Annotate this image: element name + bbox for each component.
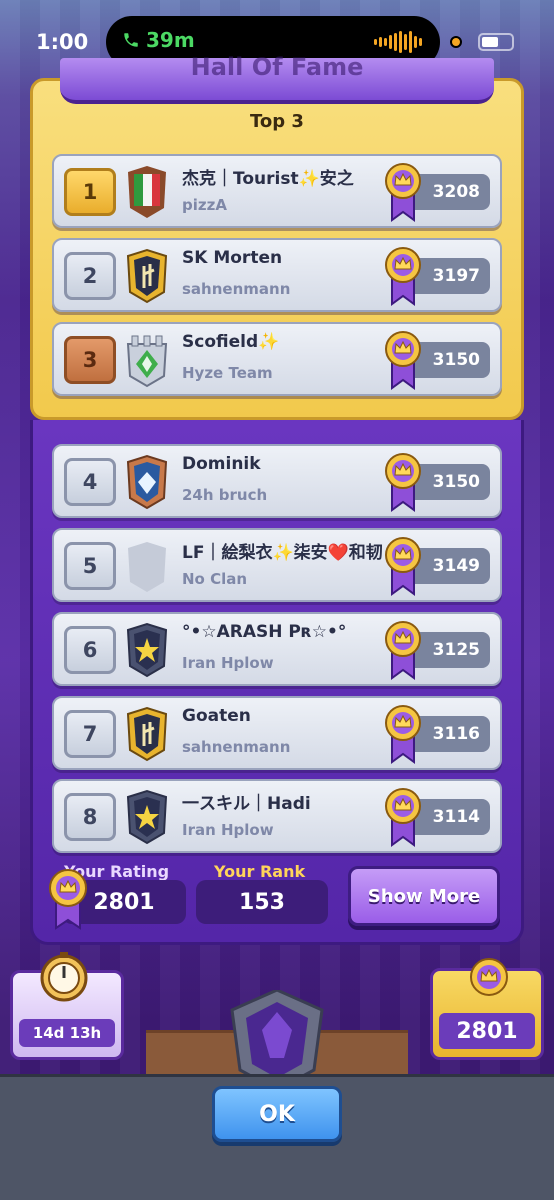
battery-icon bbox=[478, 33, 514, 51]
rank-number: 2 bbox=[64, 252, 116, 300]
clan-badge-icon bbox=[126, 706, 168, 762]
ok-button[interactable]: OK bbox=[212, 1086, 342, 1142]
page-title: Hall Of Fame bbox=[190, 53, 364, 81]
crown-medal-icon bbox=[385, 705, 421, 764]
trophy-card: 2801 bbox=[430, 958, 544, 1060]
leaderboard-row[interactable]: 8 一スキル｜Hadi Iran Hplow 3114 bbox=[52, 779, 502, 853]
rank-number: 3 bbox=[64, 336, 116, 384]
recording-dot-icon bbox=[450, 36, 462, 48]
clan-badge-icon bbox=[126, 622, 168, 678]
clan-name: Hyze Team bbox=[182, 364, 273, 382]
leaderboard-row[interactable]: 5 LF｜絵梨衣✨柒安❤️和韧 No Clan 3149 bbox=[52, 528, 502, 602]
leaderboard-row[interactable]: 1 杰克｜Tourist✨安之 pizzA 3208 bbox=[52, 154, 502, 228]
rank-number: 8 bbox=[64, 793, 116, 841]
leaderboard-row[interactable]: 3 Scofield✨ Hyze Team 3150 bbox=[52, 322, 502, 396]
clan-badge-icon bbox=[126, 335, 168, 388]
clan-name: Iran Hplow bbox=[182, 821, 274, 839]
clan-badge-icon bbox=[126, 789, 168, 845]
clan-badge-icon bbox=[128, 542, 166, 592]
clan-badge-icon bbox=[128, 166, 166, 218]
clan-name: Iran Hplow bbox=[182, 654, 274, 672]
audio-waveform-icon bbox=[374, 30, 422, 54]
leaderboard-row[interactable]: 4 Dominik 24h bruch 3150 bbox=[52, 444, 502, 518]
leaderboard-row[interactable]: 7 Goaten sahnenmann 3116 bbox=[52, 696, 502, 770]
player-name: Goaten bbox=[182, 706, 251, 726]
status-time: 1:00 bbox=[36, 30, 89, 54]
crown-medal-icon bbox=[385, 453, 421, 512]
your-rank-label: Your Rank bbox=[214, 862, 306, 881]
rank-number: 7 bbox=[64, 710, 116, 758]
crown-medal-icon bbox=[385, 537, 421, 596]
crown-medal-icon bbox=[385, 788, 421, 847]
call-indicator: 39m bbox=[122, 28, 195, 52]
trophy-count: 2801 bbox=[439, 1013, 535, 1049]
leaderboard-row[interactable]: 2 SK Morten sahnenmann 3197 bbox=[52, 238, 502, 312]
player-name: 杰克｜Tourist✨安之 bbox=[182, 169, 354, 189]
clan-name: pizzA bbox=[182, 196, 227, 214]
clan-name: 24h bruch bbox=[182, 486, 268, 504]
clan-name: sahnenmann bbox=[182, 738, 291, 756]
clan-badge-icon bbox=[126, 248, 168, 304]
clan-name: sahnenmann bbox=[182, 280, 291, 298]
show-more-button[interactable]: Show More bbox=[348, 866, 500, 926]
player-name: Scofield✨ bbox=[182, 332, 280, 352]
crown-medal-icon bbox=[49, 869, 87, 930]
player-name: LF｜絵梨衣✨柒安❤️和韧 bbox=[182, 543, 383, 563]
rank-number: 6 bbox=[64, 626, 116, 674]
title-ribbon: Hall Of Fame bbox=[60, 53, 494, 104]
phone-icon bbox=[124, 33, 138, 47]
player-name: SK Morten bbox=[182, 248, 283, 268]
stopwatch-icon bbox=[40, 952, 88, 1002]
leaderboard-row[interactable]: 6 °•☆ARASH Pʀ☆•° Iran Hplow 3125 bbox=[52, 612, 502, 686]
call-duration: 39m bbox=[146, 28, 195, 52]
rank-number: 1 bbox=[64, 168, 116, 216]
player-name: °•☆ARASH Pʀ☆•° bbox=[182, 622, 347, 642]
crown-medal-icon bbox=[385, 331, 421, 390]
crown-medal-icon bbox=[470, 958, 508, 996]
player-name: Dominik bbox=[182, 454, 261, 474]
season-timer: 14d 13h bbox=[19, 1019, 115, 1047]
player-name: 一スキル｜Hadi bbox=[182, 794, 311, 814]
rank-number: 5 bbox=[64, 542, 116, 590]
crown-medal-icon bbox=[385, 621, 421, 680]
crown-medal-icon bbox=[385, 247, 421, 306]
crown-medal-icon bbox=[385, 163, 421, 222]
top3-label: Top 3 bbox=[250, 111, 304, 132]
rank-number: 4 bbox=[64, 458, 116, 506]
your-rank-value: 153 bbox=[196, 880, 328, 924]
clan-name: No Clan bbox=[182, 570, 248, 588]
clan-badge-icon bbox=[126, 454, 168, 510]
